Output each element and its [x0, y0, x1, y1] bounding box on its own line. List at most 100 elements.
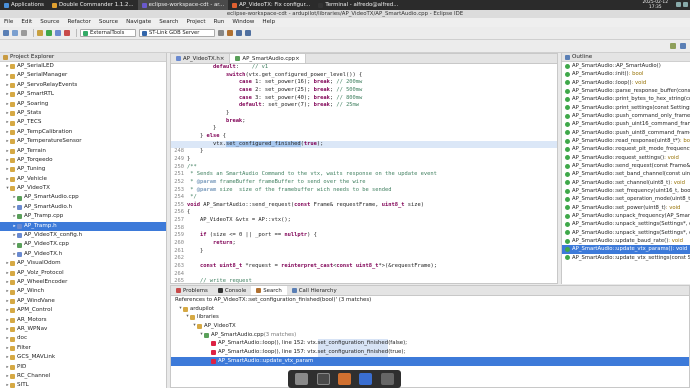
- outline-item[interactable]: AP_SmartAudio::push_uint16_command_frame…: [562, 120, 690, 128]
- tree-item[interactable]: ▸ AP_Vehicle: [0, 175, 166, 184]
- outline-item[interactable]: AP_SmartAudio::set_frequency(uint16_t, b…: [562, 187, 690, 195]
- menu-source[interactable]: Source: [36, 18, 63, 27]
- tree-item[interactable]: ▸ AP_SmartAudio.h: [0, 203, 166, 212]
- search-result[interactable]: AP_SmartAudio::loop(), line 152: vtx. set…: [171, 339, 689, 349]
- menu-project[interactable]: Project: [182, 18, 209, 27]
- tree-item[interactable]: ▸ AP_SmartRTL: [0, 90, 166, 99]
- tab-project-explorer[interactable]: Project Explorer: [0, 53, 166, 62]
- code-line[interactable]: switch(vtx.get_configured_power_level())…: [171, 72, 557, 80]
- tree-item[interactable]: ▸ SITL: [0, 381, 166, 388]
- code-line[interactable]: }: [171, 125, 557, 133]
- tree-item[interactable]: ▸ AP_Tramp.cpp: [0, 212, 166, 221]
- menu-window[interactable]: Window: [228, 18, 258, 27]
- code-line[interactable]: }: [171, 110, 557, 118]
- tab-console[interactable]: Console: [213, 286, 251, 295]
- taskbar-task[interactable]: eclipse-workspace-cdt - ar...: [137, 0, 229, 10]
- outline-item[interactable]: AP_SmartAudio::set_power(uint8_t) : void: [562, 204, 690, 212]
- code-line[interactable]: 260 return;: [171, 240, 557, 248]
- tree-item[interactable]: ▸ AP_Volz_Protocol: [0, 269, 166, 278]
- code-line[interactable]: case 1: set_power(16); break; // 200mw: [171, 79, 557, 87]
- tree-item[interactable]: ▸ AR_Motors: [0, 316, 166, 325]
- code-line[interactable]: 255 void AP_SmartAudio::send_request(cons…: [171, 202, 557, 210]
- search-result[interactable]: AP_SmartAudio::update_vtx_param: [171, 356, 689, 366]
- back-icon[interactable]: [245, 30, 251, 36]
- menu-file[interactable]: File: [0, 18, 17, 27]
- browser-icon[interactable]: [337, 373, 351, 385]
- tree-item[interactable]: ▸ PID: [0, 363, 166, 372]
- outline-item[interactable]: AP_SmartAudio::unpack_settings(Settings*…: [562, 229, 690, 237]
- tab-outline[interactable]: Outline: [562, 53, 690, 62]
- search-result[interactable]: ▾ AP_VideoTX: [171, 322, 689, 331]
- tree-item[interactable]: ▸ AR_WPNav: [0, 325, 166, 334]
- menu-edit[interactable]: Edit: [17, 18, 36, 27]
- tree-item[interactable]: ▸ AP_WheelEncoder: [0, 278, 166, 287]
- editor-tab[interactable]: AP_VideoTX.h ×: [171, 54, 231, 64]
- tab-search[interactable]: Search: [251, 286, 287, 295]
- tree-item[interactable]: ▸ AP_TECS: [0, 118, 166, 127]
- taskbar-task[interactable]: AP_VideoTX: Fix configur...: [228, 0, 314, 10]
- menu-help[interactable]: Help: [258, 18, 279, 27]
- code-line[interactable]: 250/**: [171, 164, 557, 172]
- code-line[interactable]: default: set_power(7); break; // 25mw: [171, 102, 557, 110]
- tree-item[interactable]: ▸ AP_TempCalibration: [0, 128, 166, 137]
- outline-item[interactable]: AP_SmartAudio::print_bytes_to_hex_string…: [562, 95, 690, 103]
- tree-item[interactable]: ▸ AP_VideoTX_config.h: [0, 231, 166, 240]
- outline-item[interactable]: AP_SmartAudio::request_settings() : void: [562, 154, 690, 162]
- outline-item[interactable]: AP_SmartAudio::send_request(const Frame&…: [562, 162, 690, 170]
- tree-item[interactable]: ▸ AP_Terrain: [0, 147, 166, 156]
- debug-icon[interactable]: [55, 30, 61, 36]
- outline-item[interactable]: AP_SmartAudio::update_vtx_params() : voi…: [562, 245, 690, 254]
- stop-icon[interactable]: [64, 30, 70, 36]
- code-line[interactable]: 249}: [171, 156, 557, 164]
- tree-item[interactable]: ▸ AP_ServoRelayEvents: [0, 81, 166, 90]
- settings-icon[interactable]: [218, 30, 224, 36]
- outline-item[interactable]: AP_SmartAudio::unpack_frequency(AP_Smart…: [562, 212, 690, 220]
- code-line[interactable]: case 2: set_power(25); break; // 500mw: [171, 87, 557, 95]
- forward-icon[interactable]: [236, 30, 242, 36]
- code-line[interactable]: } else {: [171, 133, 557, 141]
- close-icon[interactable]: ×: [220, 54, 225, 64]
- code-line[interactable]: 265 // write request: [171, 278, 557, 283]
- new-icon[interactable]: [3, 30, 9, 36]
- tree-item[interactable]: ▸ AP_Soaring: [0, 100, 166, 109]
- code-line[interactable]: default: // v1: [171, 64, 557, 72]
- code-line[interactable]: break;: [171, 118, 557, 126]
- code-line[interactable]: 256{: [171, 209, 557, 217]
- menu-refactor[interactable]: Refactor: [63, 18, 94, 27]
- terminal-icon[interactable]: [316, 373, 330, 385]
- tab-call-hierarchy[interactable]: Call Hierarchy: [287, 286, 342, 295]
- tree-item[interactable]: ▸ AP_Tramp.h: [0, 221, 166, 232]
- tree-item[interactable]: ▸ AP_SerialManager: [0, 71, 166, 80]
- outline-item[interactable]: AP_SmartAudio::loop() : void: [562, 79, 690, 87]
- outline-item[interactable]: AP_SmartAudio::read_response(uint8_t*) :…: [562, 137, 690, 145]
- search-icon[interactable]: [227, 30, 233, 36]
- network-icon[interactable]: [676, 2, 681, 7]
- code-line[interactable]: 253 * @param size size of the framebuffe…: [171, 187, 557, 195]
- menu-search[interactable]: Search: [155, 18, 182, 27]
- code-line[interactable]: 252 * @param frameBuffer frameBuffer to …: [171, 179, 557, 187]
- search-app-icon[interactable]: [359, 373, 373, 385]
- open-perspective-icon[interactable]: [670, 43, 676, 49]
- code-line[interactable]: 262: [171, 255, 557, 263]
- editor-tab[interactable]: AP_SmartAudio.cpp ×: [230, 54, 306, 64]
- code-line[interactable]: 261 }: [171, 248, 557, 256]
- code-line[interactable]: 259 if (size <= 0 || _port == nullptr) {: [171, 232, 557, 240]
- outline-item[interactable]: AP_SmartAudio::set_operation_mode(uint8_…: [562, 195, 690, 203]
- code-line[interactable]: 251 * Sends an SmartAudio Command to the…: [171, 171, 557, 179]
- search-result[interactable]: ▾ ardupilot: [171, 305, 689, 314]
- close-icon[interactable]: ×: [295, 54, 300, 64]
- tree-item[interactable]: ▸ AP_VideoTX.h: [0, 250, 166, 259]
- external-tools-combo[interactable]: ExternalTools: [80, 29, 136, 37]
- files-icon[interactable]: [295, 373, 309, 385]
- menu-navigate[interactable]: Navigate: [122, 18, 155, 27]
- taskbar-task[interactable]: Double Commander 1.1.2...: [48, 0, 138, 10]
- outline-item[interactable]: AP_SmartAudio::parse_response_buffer(con…: [562, 87, 690, 95]
- tree-item[interactable]: ▸ GCS_MAVLink: [0, 353, 166, 362]
- tree-item[interactable]: ▸ AP_VideoTX.cpp: [0, 240, 166, 249]
- outline-item[interactable]: AP_SmartAudio::update_vtx_settings(const…: [562, 254, 690, 262]
- tree-item[interactable]: ▸ AP_TemperatureSensor: [0, 137, 166, 146]
- code-line[interactable]: 254 */: [171, 194, 557, 202]
- menu-source[interactable]: Source: [95, 18, 122, 27]
- tree-item[interactable]: ▸ AP_Tuning: [0, 165, 166, 174]
- code-line[interactable]: 257 AP_VideoTX &vtx = AP::vtx();: [171, 217, 557, 225]
